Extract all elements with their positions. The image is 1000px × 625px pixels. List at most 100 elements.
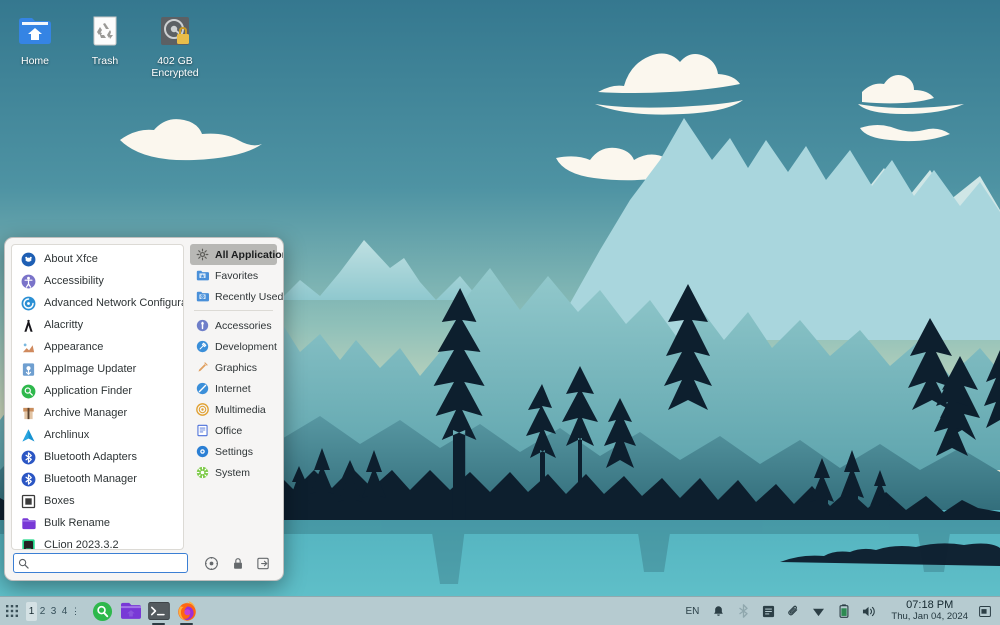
category-item-favorites[interactable]: Favorites xyxy=(190,265,277,286)
multimedia-icon xyxy=(195,403,209,417)
launcher-file-manager[interactable] xyxy=(118,599,143,624)
development-icon xyxy=(195,340,209,354)
search-input[interactable] xyxy=(33,557,183,569)
application-list: About XfceAccessibilityAdvanced Network … xyxy=(12,245,183,550)
application-list-item[interactable]: CLion 2023.3.2 xyxy=(12,534,183,550)
desktop-icon-home[interactable]: Home xyxy=(0,4,70,79)
application-list-item[interactable]: Bluetooth Adapters xyxy=(12,446,183,468)
settings-icon xyxy=(195,445,209,459)
application-list-item[interactable]: AppImage Updater xyxy=(12,358,183,380)
alacritty-icon xyxy=(21,318,36,333)
lock-screen-button[interactable] xyxy=(230,556,245,571)
category-item-system[interactable]: System xyxy=(190,462,277,483)
desktop-icon-encrypted-volume[interactable]: 402 GB Encrypted xyxy=(140,4,210,79)
menu-search-box[interactable] xyxy=(13,553,188,573)
graphics-icon xyxy=(196,361,209,374)
application-list-item[interactable]: Archive Manager xyxy=(12,402,183,424)
desktop-icon-area: Home Trash xyxy=(0,4,210,79)
bluetooth-icon xyxy=(20,471,36,487)
desktop-icon-label-2: Encrypted xyxy=(140,67,210,79)
alacritty-icon xyxy=(20,317,36,333)
clock-date: Thu, Jan 04, 2024 xyxy=(891,611,968,623)
settings-manager-button[interactable] xyxy=(204,556,219,571)
terminal-icon xyxy=(148,602,170,620)
category-separator xyxy=(194,310,273,311)
category-item-accessories[interactable]: Accessories xyxy=(190,315,277,336)
wifi-icon xyxy=(812,606,825,617)
workspace-switcher[interactable]: 1234⋮ xyxy=(26,602,81,621)
application-list-item[interactable]: Archlinux xyxy=(12,424,183,446)
workspace-button-1[interactable]: 1 xyxy=(26,602,37,621)
tray-network[interactable] xyxy=(806,599,831,624)
tray-battery[interactable] xyxy=(831,599,856,624)
favorites-icon xyxy=(196,269,209,282)
application-list-item[interactable]: Accessibility xyxy=(12,270,183,292)
tray-bluetooth[interactable] xyxy=(731,599,756,624)
category-item-settings[interactable]: Settings xyxy=(190,441,277,462)
bluetooth-icon xyxy=(21,450,36,465)
clock[interactable]: 07:18 PM Thu, Jan 04, 2024 xyxy=(881,599,976,623)
category-item-all-applications[interactable]: All Applications xyxy=(190,244,277,265)
taskbar-panel[interactable]: 1234⋮ xyxy=(0,596,1000,625)
paperclip-icon xyxy=(787,605,800,618)
bluetooth-icon xyxy=(20,449,36,465)
keyboard-layout-indicator[interactable]: EN xyxy=(678,606,706,617)
workspace-button-3[interactable]: 3 xyxy=(48,602,59,621)
application-list-item[interactable]: Boxes xyxy=(12,490,183,512)
network-config-icon xyxy=(20,295,36,311)
category-item-office[interactable]: Office xyxy=(190,420,277,441)
system-tray xyxy=(706,599,881,624)
category-item-internet[interactable]: Internet xyxy=(190,378,277,399)
application-list-item[interactable]: Advanced Network Configuration xyxy=(12,292,183,314)
application-list-item[interactable]: Bulk Rename xyxy=(12,512,183,534)
show-desktop-icon xyxy=(979,606,991,617)
category-list-pane[interactable]: All ApplicationsFavoritesRecently Used A… xyxy=(184,244,277,550)
category-item-recently-used[interactable]: Recently Used xyxy=(190,286,277,307)
menu-footer xyxy=(5,550,283,580)
firefox-icon xyxy=(176,600,198,622)
desktop-icon-trash[interactable]: Trash xyxy=(70,4,140,79)
application-list-pane[interactable]: About XfceAccessibilityAdvanced Network … xyxy=(11,244,184,550)
application-list-item-label: Bluetooth Manager xyxy=(44,473,137,485)
tray-clipboard[interactable] xyxy=(781,599,806,624)
accessories-icon xyxy=(195,319,209,333)
category-item-development[interactable]: Development xyxy=(190,336,277,357)
category-item-multimedia[interactable]: Multimedia xyxy=(190,399,277,420)
notes-icon xyxy=(762,605,775,618)
gear-icon xyxy=(195,248,209,262)
application-finder-icon xyxy=(20,383,36,399)
application-list-item[interactable]: About Xfce xyxy=(12,248,183,270)
bluetooth-icon xyxy=(21,472,36,487)
launcher-application-finder[interactable] xyxy=(90,599,115,624)
tray-notifications[interactable] xyxy=(706,599,731,624)
workspace-overflow-icon[interactable]: ⋮ xyxy=(70,602,81,621)
application-list-item[interactable]: Alacritty xyxy=(12,314,183,336)
application-list-item[interactable]: Application Finder xyxy=(12,380,183,402)
application-list-item-label: Alacritty xyxy=(44,319,83,331)
application-list-item[interactable]: Bluetooth Manager xyxy=(12,468,183,490)
bluetooth-icon xyxy=(738,604,749,618)
workspace-button-2[interactable]: 2 xyxy=(37,602,48,621)
application-list-item[interactable]: Appearance xyxy=(12,336,183,358)
accessibility-icon xyxy=(21,274,36,289)
log-out-button[interactable] xyxy=(256,556,271,571)
category-list-bottom: Accessories Development GraphicsInternetMu… xyxy=(190,315,277,483)
category-item-label: Recently Used xyxy=(215,291,283,303)
application-list-item-label: Archlinux xyxy=(44,429,89,441)
category-item-label: Development xyxy=(215,341,277,353)
encrypted-drive-icon xyxy=(140,10,210,52)
recent-icon xyxy=(196,290,209,303)
launcher-terminal[interactable] xyxy=(146,599,171,624)
volume-icon xyxy=(862,605,876,618)
development-icon xyxy=(196,340,209,353)
show-applications-button[interactable] xyxy=(0,597,24,625)
show-desktop-button[interactable] xyxy=(976,599,994,624)
category-item-graphics[interactable]: Graphics xyxy=(190,357,277,378)
internet-icon xyxy=(195,382,209,396)
workspace-button-4[interactable]: 4 xyxy=(59,602,70,621)
launcher-firefox[interactable] xyxy=(174,599,199,624)
recent-icon xyxy=(195,290,209,304)
tray-volume[interactable] xyxy=(856,599,881,624)
whisker-application-menu[interactable]: About XfceAccessibilityAdvanced Network … xyxy=(4,237,284,581)
tray-notes[interactable] xyxy=(756,599,781,624)
